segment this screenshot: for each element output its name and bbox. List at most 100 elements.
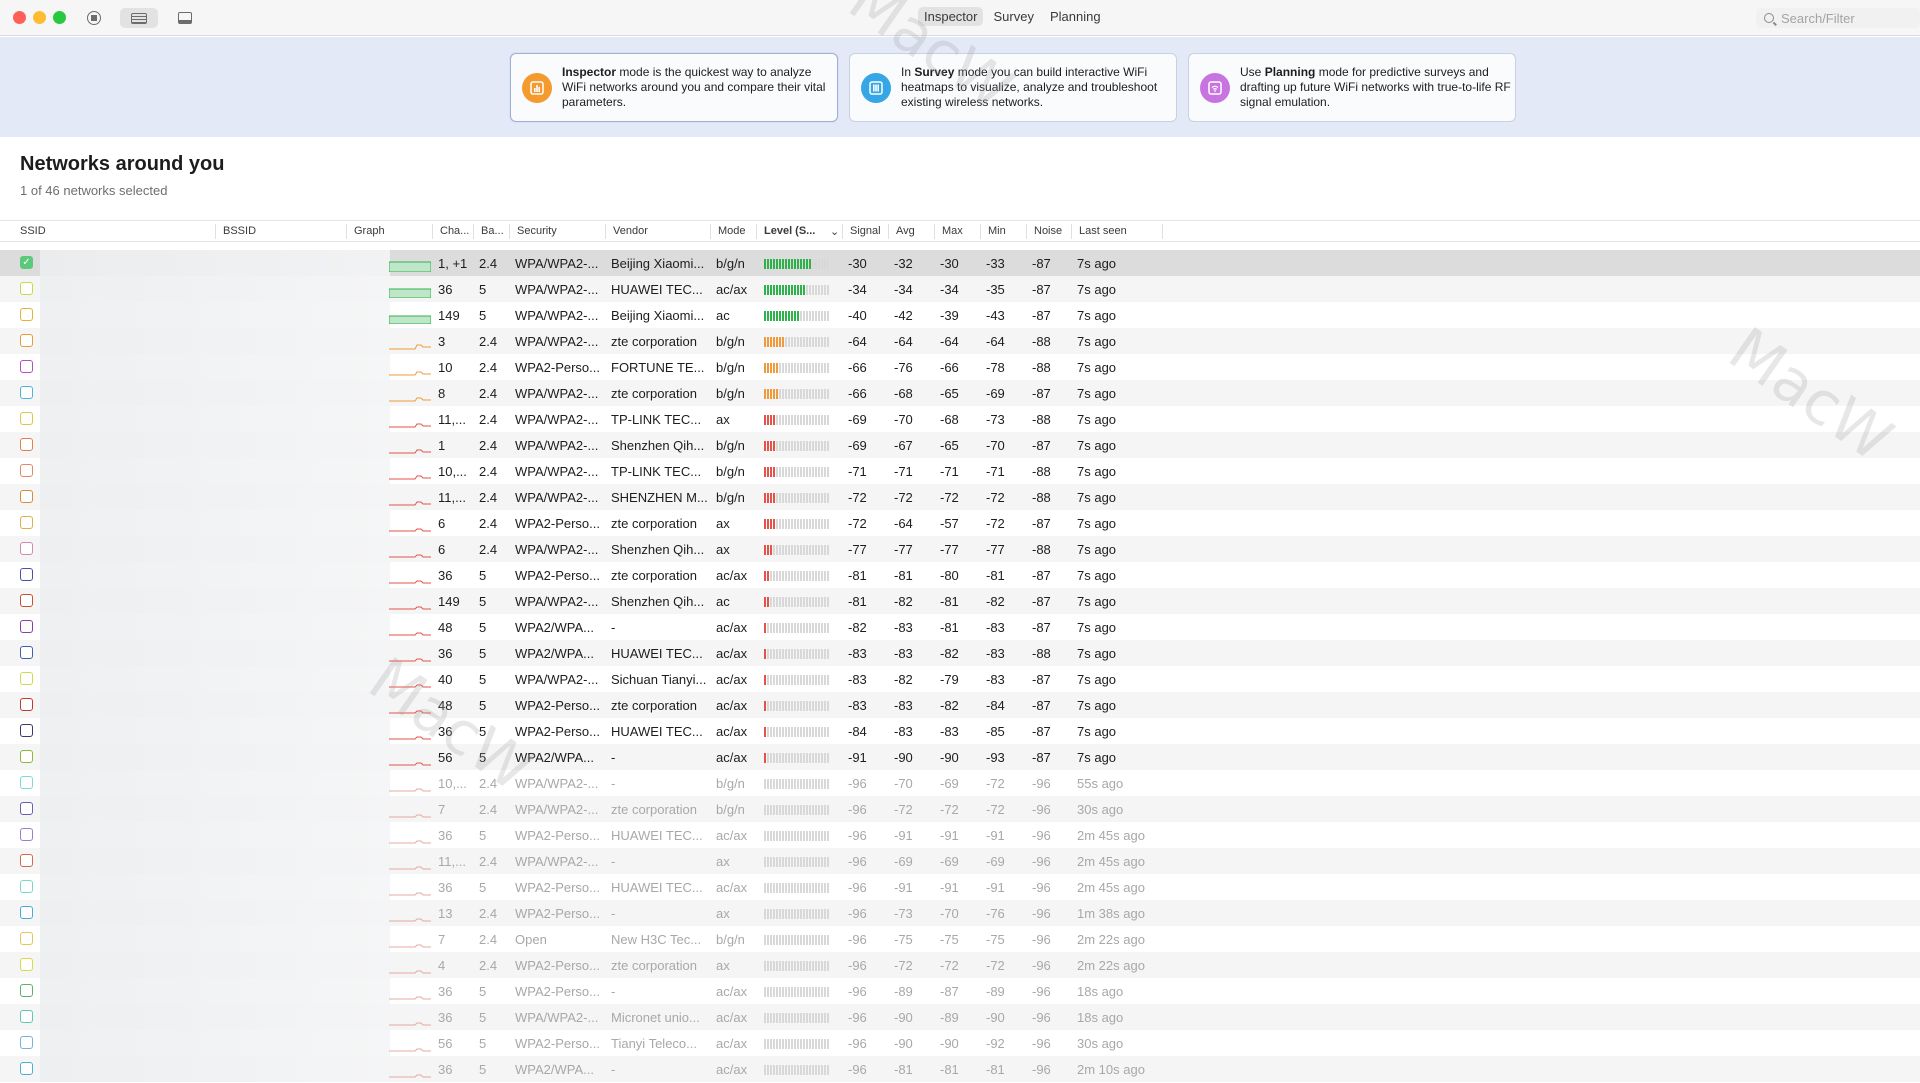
table-row[interactable]: 36 5 WPA/WPA2-... Micronet unio... ac/ax -96 -… [0, 1004, 1920, 1030]
sidebar-toggle-button[interactable] [174, 8, 196, 28]
close-window-button[interactable] [13, 11, 26, 24]
table-row[interactable]: 10,... 2.4 WPA/WPA2-... TP-LINK TEC... b/g/n… [0, 458, 1920, 484]
table-row[interactable]: 36 5 WPA2-Perso... HUAWEI TEC... ac/ax -84 -83… [0, 718, 1920, 744]
column-header-ssid[interactable]: SSID [20, 225, 46, 237]
column-divider[interactable] [980, 224, 981, 239]
network-checkbox[interactable] [20, 438, 33, 451]
column-divider[interactable] [473, 224, 474, 239]
network-checkbox[interactable] [20, 1010, 33, 1023]
column-divider[interactable] [346, 224, 347, 239]
network-checkbox[interactable] [20, 932, 33, 945]
column-divider[interactable] [432, 224, 433, 239]
column-divider[interactable] [1026, 224, 1027, 239]
table-row[interactable]: 149 5 WPA/WPA2-... Beijing Xiaomi... ac -40 -4… [0, 302, 1920, 328]
column-divider[interactable] [842, 224, 843, 239]
column-divider[interactable] [888, 224, 889, 239]
table-row[interactable]: 7 2.4 Open New H3C Tec... b/g/n -96 -75 -75 -75 -… [0, 926, 1920, 952]
column-divider[interactable] [215, 224, 216, 239]
network-checkbox[interactable] [20, 516, 33, 529]
table-row[interactable]: 36 5 WPA2-Perso... - ac/ax -96 -89 -87 -89 -96 18s… [0, 978, 1920, 1004]
survey-info-card[interactable]: In Survey mode you can build interactive… [849, 53, 1177, 122]
column-header-last-seen[interactable]: Last seen [1079, 225, 1127, 237]
table-row[interactable]: 36 5 WPA2-Perso... HUAWEI TEC... ac/ax -96 -91… [0, 874, 1920, 900]
table-row[interactable]: 8 2.4 WPA/WPA2-... zte corporation b/g/n -66 -… [0, 380, 1920, 406]
table-row[interactable]: 149 5 WPA/WPA2-... Shenzhen Qih... ac -81 -82 -… [0, 588, 1920, 614]
table-row[interactable]: 7 2.4 WPA/WPA2-... zte corporation b/g/n -96 -… [0, 796, 1920, 822]
table-row[interactable]: 6 2.4 WPA/WPA2-... Shenzhen Qih... ax -77 -77 -… [0, 536, 1920, 562]
column-header-level[interactable]: Level (S... [764, 225, 815, 237]
table-row[interactable]: 11,... 2.4 WPA/WPA2-... SHENZHEN M... b/g/n -… [0, 484, 1920, 510]
table-row[interactable]: 6 2.4 WPA2-Perso... zte corporation ax -72 -64… [0, 510, 1920, 536]
network-checkbox[interactable] [20, 672, 33, 685]
table-row[interactable]: 56 5 WPA2-Perso... Tianyi Teleco... ac/ax -96… [0, 1030, 1920, 1056]
network-checkbox[interactable] [20, 464, 33, 477]
network-checkbox[interactable] [20, 620, 33, 633]
table-row[interactable]: 48 5 WPA2/WPA... - ac/ax -82 -83 -81 -83 -87 7s ag… [0, 614, 1920, 640]
table-row[interactable]: 36 5 WPA/WPA2-... HUAWEI TEC... ac/ax -34 -34 -… [0, 276, 1920, 302]
network-checkbox[interactable] [20, 594, 33, 607]
table-row[interactable]: ✓ 1, +1 2.4 WPA/WPA2-... Beijing Xiaomi... b/… [0, 250, 1920, 276]
column-divider[interactable] [605, 224, 606, 239]
network-checkbox[interactable] [20, 360, 33, 373]
tab-survey[interactable]: Survey [987, 7, 1039, 26]
table-row[interactable]: 11,... 2.4 WPA/WPA2-... - ax -96 -69 -69 -69 -96 2… [0, 848, 1920, 874]
column-header-max[interactable]: Max [942, 225, 963, 237]
column-divider[interactable] [710, 224, 711, 239]
table-row[interactable]: 3 2.4 WPA/WPA2-... zte corporation b/g/n -64 -… [0, 328, 1920, 354]
network-checkbox[interactable] [20, 828, 33, 841]
tab-planning[interactable]: Planning [1044, 7, 1107, 26]
column-header-graph[interactable]: Graph [354, 225, 385, 237]
table-row[interactable]: 10 2.4 WPA2-Perso... FORTUNE TE... b/g/n -66 -… [0, 354, 1920, 380]
minimize-window-button[interactable] [33, 11, 46, 24]
network-checkbox[interactable] [20, 698, 33, 711]
network-checkbox[interactable] [20, 984, 33, 997]
column-divider[interactable] [756, 224, 757, 239]
network-checkbox[interactable] [20, 750, 33, 763]
network-checkbox[interactable] [20, 1062, 33, 1075]
column-header-min[interactable]: Min [988, 225, 1006, 237]
network-checkbox[interactable] [20, 802, 33, 815]
table-row[interactable]: 48 5 WPA2-Perso... zte corporation ac/ax -83 -… [0, 692, 1920, 718]
network-checkbox[interactable] [20, 334, 33, 347]
column-header-mode[interactable]: Mode [718, 225, 746, 237]
planning-info-card[interactable]: Use Planning mode for predictive surveys… [1188, 53, 1516, 122]
column-header-avg[interactable]: Avg [896, 225, 915, 237]
network-checkbox[interactable] [20, 308, 33, 321]
table-row[interactable]: 36 5 WPA2-Perso... HUAWEI TEC... ac/ax -96 -91… [0, 822, 1920, 848]
column-divider[interactable] [934, 224, 935, 239]
column-header-band[interactable]: Ba... [481, 225, 504, 237]
network-checkbox[interactable] [20, 958, 33, 971]
network-checkbox[interactable] [20, 386, 33, 399]
network-checkbox[interactable] [20, 646, 33, 659]
network-checkbox[interactable] [20, 776, 33, 789]
network-checkbox[interactable] [20, 282, 33, 295]
search-field[interactable]: Search/Filter [1756, 8, 1920, 28]
table-view-button[interactable] [120, 8, 158, 28]
column-header-signal[interactable]: Signal [850, 225, 881, 237]
column-divider[interactable] [1071, 224, 1072, 239]
network-checkbox[interactable] [20, 854, 33, 867]
table-row[interactable]: 10,... 2.4 WPA/WPA2-... - b/g/n -96 -70 -69 -72 -… [0, 770, 1920, 796]
table-row[interactable]: 36 5 WPA2/WPA... HUAWEI TEC... ac/ax -83 -83 -8… [0, 640, 1920, 666]
column-header-vendor[interactable]: Vendor [613, 225, 648, 237]
network-checkbox[interactable] [20, 906, 33, 919]
table-row[interactable]: 1 2.4 WPA/WPA2-... Shenzhen Qih... b/g/n -69 -… [0, 432, 1920, 458]
table-row[interactable]: 56 5 WPA2/WPA... - ac/ax -91 -90 -90 -93 -87 7s ag… [0, 744, 1920, 770]
table-row[interactable]: 11,... 2.4 WPA/WPA2-... TP-LINK TEC... ax -69… [0, 406, 1920, 432]
network-checkbox[interactable]: ✓ [20, 256, 33, 269]
network-checkbox[interactable] [20, 490, 33, 503]
column-header-noise[interactable]: Noise [1034, 225, 1062, 237]
table-row[interactable]: 36 5 WPA2-Perso... zte corporation ac/ax -81 -… [0, 562, 1920, 588]
table-row[interactable]: 13 2.4 WPA2-Perso... - ax -96 -73 -70 -76 -96 1m 3… [0, 900, 1920, 926]
table-row[interactable]: 36 5 WPA2/WPA... - ac/ax -96 -81 -81 -81 -96 2m 10… [0, 1056, 1920, 1082]
network-checkbox[interactable] [20, 724, 33, 737]
tab-inspector[interactable]: Inspector [918, 7, 984, 26]
network-checkbox[interactable] [20, 1036, 33, 1049]
network-checkbox[interactable] [20, 880, 33, 893]
table-row[interactable]: 4 2.4 WPA2-Perso... zte corporation ax -96 -72… [0, 952, 1920, 978]
network-checkbox[interactable] [20, 542, 33, 555]
stop-scan-button[interactable] [84, 8, 104, 28]
inspector-info-card[interactable]: Inspector mode is the quickest way to an… [510, 53, 838, 122]
network-checkbox[interactable] [20, 568, 33, 581]
column-header-channel[interactable]: Cha... [440, 225, 469, 237]
